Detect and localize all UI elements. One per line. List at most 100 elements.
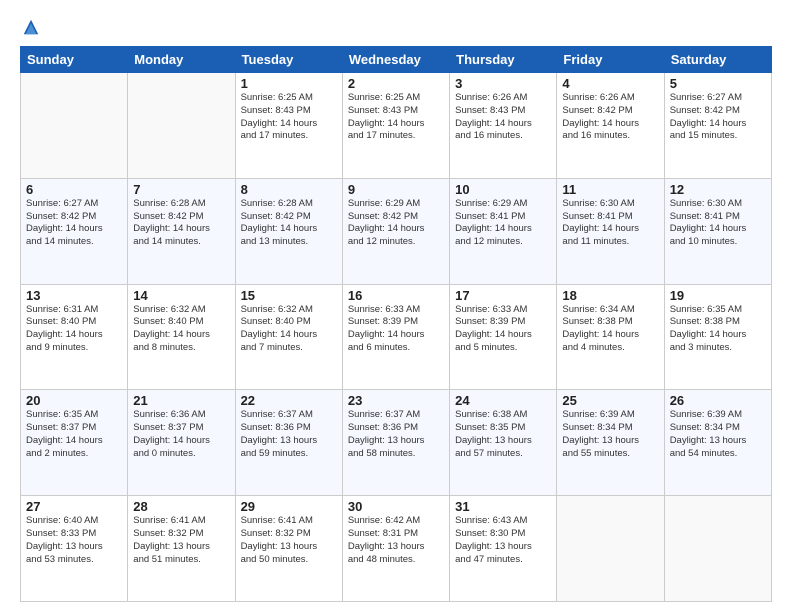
calendar-cell: 9Sunrise: 6:29 AM Sunset: 8:42 PM Daylig… <box>342 178 449 284</box>
day-info: Sunrise: 6:32 AM Sunset: 8:40 PM Dayligh… <box>241 304 337 355</box>
day-info: Sunrise: 6:33 AM Sunset: 8:39 PM Dayligh… <box>455 304 551 355</box>
day-number: 30 <box>348 499 444 514</box>
calendar-cell: 6Sunrise: 6:27 AM Sunset: 8:42 PM Daylig… <box>21 178 128 284</box>
day-info: Sunrise: 6:39 AM Sunset: 8:34 PM Dayligh… <box>670 409 766 460</box>
day-info: Sunrise: 6:25 AM Sunset: 8:43 PM Dayligh… <box>348 92 444 143</box>
day-info: Sunrise: 6:40 AM Sunset: 8:33 PM Dayligh… <box>26 515 122 566</box>
day-info: Sunrise: 6:41 AM Sunset: 8:32 PM Dayligh… <box>133 515 229 566</box>
calendar-table: SundayMondayTuesdayWednesdayThursdayFrid… <box>20 46 772 602</box>
day-info: Sunrise: 6:34 AM Sunset: 8:38 PM Dayligh… <box>562 304 658 355</box>
calendar-week-row: 1Sunrise: 6:25 AM Sunset: 8:43 PM Daylig… <box>21 73 772 179</box>
day-number: 13 <box>26 288 122 303</box>
page: SundayMondayTuesdayWednesdayThursdayFrid… <box>0 0 792 612</box>
day-number: 14 <box>133 288 229 303</box>
weekday-header: Thursday <box>450 47 557 73</box>
calendar-cell: 24Sunrise: 6:38 AM Sunset: 8:35 PM Dayli… <box>450 390 557 496</box>
day-number: 5 <box>670 76 766 91</box>
calendar-cell: 8Sunrise: 6:28 AM Sunset: 8:42 PM Daylig… <box>235 178 342 284</box>
day-number: 7 <box>133 182 229 197</box>
day-number: 1 <box>241 76 337 91</box>
day-number: 3 <box>455 76 551 91</box>
calendar-cell: 15Sunrise: 6:32 AM Sunset: 8:40 PM Dayli… <box>235 284 342 390</box>
day-number: 28 <box>133 499 229 514</box>
day-info: Sunrise: 6:31 AM Sunset: 8:40 PM Dayligh… <box>26 304 122 355</box>
day-info: Sunrise: 6:42 AM Sunset: 8:31 PM Dayligh… <box>348 515 444 566</box>
day-info: Sunrise: 6:25 AM Sunset: 8:43 PM Dayligh… <box>241 92 337 143</box>
day-number: 10 <box>455 182 551 197</box>
day-number: 11 <box>562 182 658 197</box>
calendar-week-row: 20Sunrise: 6:35 AM Sunset: 8:37 PM Dayli… <box>21 390 772 496</box>
calendar-cell: 18Sunrise: 6:34 AM Sunset: 8:38 PM Dayli… <box>557 284 664 390</box>
day-number: 27 <box>26 499 122 514</box>
day-number: 6 <box>26 182 122 197</box>
day-info: Sunrise: 6:30 AM Sunset: 8:41 PM Dayligh… <box>670 198 766 249</box>
day-number: 18 <box>562 288 658 303</box>
weekday-header: Wednesday <box>342 47 449 73</box>
calendar-cell <box>128 73 235 179</box>
calendar-cell: 30Sunrise: 6:42 AM Sunset: 8:31 PM Dayli… <box>342 496 449 602</box>
calendar-cell: 7Sunrise: 6:28 AM Sunset: 8:42 PM Daylig… <box>128 178 235 284</box>
calendar-cell: 1Sunrise: 6:25 AM Sunset: 8:43 PM Daylig… <box>235 73 342 179</box>
weekday-header: Saturday <box>664 47 771 73</box>
calendar-cell: 12Sunrise: 6:30 AM Sunset: 8:41 PM Dayli… <box>664 178 771 284</box>
calendar-cell: 10Sunrise: 6:29 AM Sunset: 8:41 PM Dayli… <box>450 178 557 284</box>
calendar-header-row: SundayMondayTuesdayWednesdayThursdayFrid… <box>21 47 772 73</box>
calendar-cell: 17Sunrise: 6:33 AM Sunset: 8:39 PM Dayli… <box>450 284 557 390</box>
day-info: Sunrise: 6:27 AM Sunset: 8:42 PM Dayligh… <box>26 198 122 249</box>
day-info: Sunrise: 6:38 AM Sunset: 8:35 PM Dayligh… <box>455 409 551 460</box>
day-number: 12 <box>670 182 766 197</box>
calendar-cell: 20Sunrise: 6:35 AM Sunset: 8:37 PM Dayli… <box>21 390 128 496</box>
calendar-cell: 16Sunrise: 6:33 AM Sunset: 8:39 PM Dayli… <box>342 284 449 390</box>
day-info: Sunrise: 6:39 AM Sunset: 8:34 PM Dayligh… <box>562 409 658 460</box>
calendar-cell <box>21 73 128 179</box>
weekday-header: Friday <box>557 47 664 73</box>
day-number: 17 <box>455 288 551 303</box>
day-info: Sunrise: 6:37 AM Sunset: 8:36 PM Dayligh… <box>348 409 444 460</box>
calendar-cell: 5Sunrise: 6:27 AM Sunset: 8:42 PM Daylig… <box>664 73 771 179</box>
day-number: 19 <box>670 288 766 303</box>
day-number: 9 <box>348 182 444 197</box>
day-number: 31 <box>455 499 551 514</box>
day-number: 22 <box>241 393 337 408</box>
calendar-cell <box>557 496 664 602</box>
day-number: 29 <box>241 499 337 514</box>
calendar-cell: 3Sunrise: 6:26 AM Sunset: 8:43 PM Daylig… <box>450 73 557 179</box>
day-number: 16 <box>348 288 444 303</box>
header <box>20 18 772 36</box>
day-info: Sunrise: 6:27 AM Sunset: 8:42 PM Dayligh… <box>670 92 766 143</box>
calendar-cell: 27Sunrise: 6:40 AM Sunset: 8:33 PM Dayli… <box>21 496 128 602</box>
calendar-cell: 28Sunrise: 6:41 AM Sunset: 8:32 PM Dayli… <box>128 496 235 602</box>
calendar-cell: 29Sunrise: 6:41 AM Sunset: 8:32 PM Dayli… <box>235 496 342 602</box>
day-info: Sunrise: 6:43 AM Sunset: 8:30 PM Dayligh… <box>455 515 551 566</box>
day-info: Sunrise: 6:37 AM Sunset: 8:36 PM Dayligh… <box>241 409 337 460</box>
calendar-week-row: 27Sunrise: 6:40 AM Sunset: 8:33 PM Dayli… <box>21 496 772 602</box>
day-info: Sunrise: 6:35 AM Sunset: 8:38 PM Dayligh… <box>670 304 766 355</box>
calendar-cell: 11Sunrise: 6:30 AM Sunset: 8:41 PM Dayli… <box>557 178 664 284</box>
day-number: 2 <box>348 76 444 91</box>
day-number: 8 <box>241 182 337 197</box>
day-info: Sunrise: 6:28 AM Sunset: 8:42 PM Dayligh… <box>241 198 337 249</box>
weekday-header: Tuesday <box>235 47 342 73</box>
calendar-cell: 22Sunrise: 6:37 AM Sunset: 8:36 PM Dayli… <box>235 390 342 496</box>
day-info: Sunrise: 6:33 AM Sunset: 8:39 PM Dayligh… <box>348 304 444 355</box>
day-info: Sunrise: 6:36 AM Sunset: 8:37 PM Dayligh… <box>133 409 229 460</box>
logo-icon <box>22 18 40 36</box>
calendar-cell: 14Sunrise: 6:32 AM Sunset: 8:40 PM Dayli… <box>128 284 235 390</box>
day-number: 15 <box>241 288 337 303</box>
calendar-week-row: 6Sunrise: 6:27 AM Sunset: 8:42 PM Daylig… <box>21 178 772 284</box>
day-number: 26 <box>670 393 766 408</box>
calendar-cell: 25Sunrise: 6:39 AM Sunset: 8:34 PM Dayli… <box>557 390 664 496</box>
logo <box>20 18 40 36</box>
day-info: Sunrise: 6:28 AM Sunset: 8:42 PM Dayligh… <box>133 198 229 249</box>
day-number: 25 <box>562 393 658 408</box>
day-info: Sunrise: 6:32 AM Sunset: 8:40 PM Dayligh… <box>133 304 229 355</box>
day-number: 24 <box>455 393 551 408</box>
day-number: 23 <box>348 393 444 408</box>
day-info: Sunrise: 6:30 AM Sunset: 8:41 PM Dayligh… <box>562 198 658 249</box>
calendar-cell: 21Sunrise: 6:36 AM Sunset: 8:37 PM Dayli… <box>128 390 235 496</box>
day-info: Sunrise: 6:26 AM Sunset: 8:43 PM Dayligh… <box>455 92 551 143</box>
calendar-cell: 4Sunrise: 6:26 AM Sunset: 8:42 PM Daylig… <box>557 73 664 179</box>
day-info: Sunrise: 6:29 AM Sunset: 8:42 PM Dayligh… <box>348 198 444 249</box>
calendar-cell: 23Sunrise: 6:37 AM Sunset: 8:36 PM Dayli… <box>342 390 449 496</box>
calendar-cell: 13Sunrise: 6:31 AM Sunset: 8:40 PM Dayli… <box>21 284 128 390</box>
